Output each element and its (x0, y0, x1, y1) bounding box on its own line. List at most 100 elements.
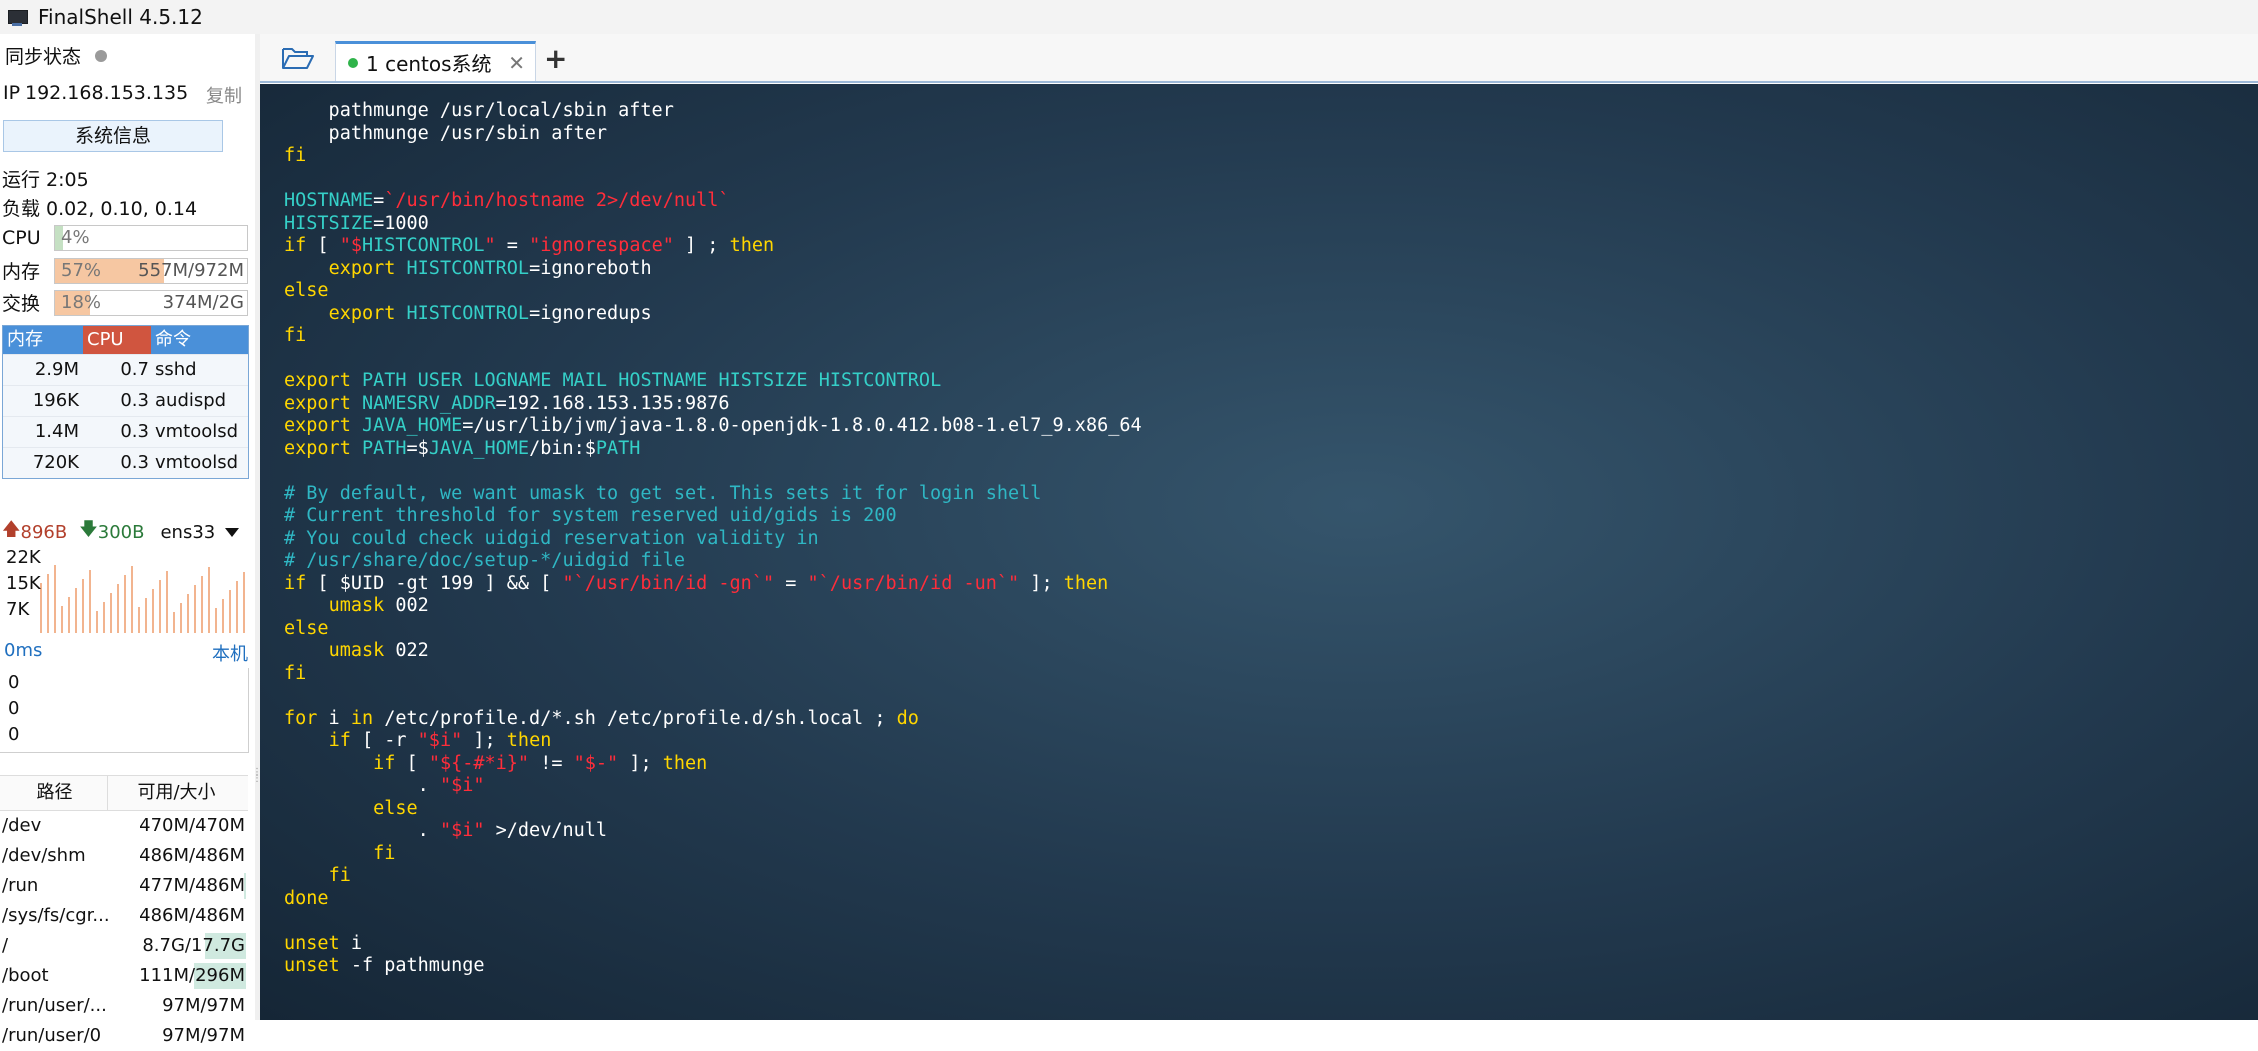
terminal-line: fi (373, 842, 396, 864)
terminal-line: fi (284, 662, 307, 684)
memory-amount: 557M/972M (138, 259, 244, 281)
terminal-line: export PATH USER LOGNAME MAIL HOSTNAME H… (284, 370, 942, 391)
sync-status: 同步状态 (5, 42, 260, 69)
disk-row[interactable]: /sys/fs/cgr... 486M/486M (0, 901, 248, 931)
terminal-line: else (284, 280, 329, 301)
disk-path: / (2, 935, 9, 956)
terminal-line: export HISTCONTROL=ignoreboth (328, 257, 652, 279)
cpu-meter: CPU 4% (2, 225, 248, 251)
cpu-label: CPU (2, 227, 41, 249)
latency-value: 0 (8, 672, 20, 693)
close-icon[interactable]: ✕ (508, 51, 525, 75)
disk-path: /dev/shm (2, 845, 86, 866)
network-interface-select[interactable]: ens33 (160, 522, 215, 543)
memory-label: 内存 (2, 261, 41, 283)
terminal-line: else (373, 797, 418, 819)
disk-size: 486M/486M (108, 841, 248, 871)
network-bar (54, 565, 56, 633)
memory-percent: 57% (61, 259, 102, 281)
copy-ip-button[interactable]: 复制 (206, 82, 242, 108)
disk-row[interactable]: /run/user/... 97M/97M (0, 991, 248, 1021)
load-average: 负载 0.02, 0.10, 0.14 (2, 198, 198, 220)
splitter-grip-icon[interactable]: ⋮⋮ (252, 768, 262, 784)
disk-row[interactable]: /dev 470M/470M (0, 811, 248, 841)
disk-row[interactable]: /boot 111M/296M (0, 961, 248, 991)
process-header-command[interactable]: 命令 (151, 326, 248, 354)
process-cpu: 0.3 (120, 421, 149, 442)
system-info-button[interactable]: 系统信息 (3, 120, 223, 152)
network-axis-label: 15K (6, 573, 41, 594)
network-bar (75, 588, 77, 633)
disk-row[interactable]: /run 477M/486M (0, 871, 248, 901)
network-bar (201, 576, 203, 633)
network-bar (159, 580, 161, 633)
terminal-line: # Current threshold for system reserved … (284, 505, 897, 526)
process-row[interactable]: 1.4M 0.3 vmtoolsd (3, 416, 248, 447)
network-bar (47, 574, 49, 633)
network-header: 🡅 896B 🡇 300B ens33 (0, 517, 250, 547)
disk-size: 477M/486M (108, 871, 248, 901)
disk-header-size[interactable]: 可用/大小 (108, 776, 248, 810)
network-bar (124, 575, 126, 633)
network-bar (187, 594, 189, 633)
process-cmd: audispd (155, 390, 227, 411)
swap-meter: 交换 18% 374M/2G (2, 289, 248, 316)
tab-centos[interactable]: 1 centos系统 ✕ (335, 41, 536, 81)
disk-size: 97M/97M (108, 991, 248, 1021)
disk-path: /sys/fs/cgr... (2, 905, 108, 926)
folder-open-icon[interactable] (282, 46, 314, 70)
network-bar (152, 589, 154, 633)
process-cmd: vmtoolsd (155, 421, 239, 442)
process-row[interactable]: 196K 0.3 audispd (3, 385, 248, 416)
network-bar (243, 572, 245, 633)
disk-header-path[interactable]: 路径 (0, 776, 108, 810)
terminal-line: # By default, we want umask to get set. … (284, 482, 1042, 504)
disk-row[interactable]: /dev/shm 486M/486M (0, 841, 248, 871)
process-row[interactable]: 2.9M 0.7 sshd (3, 354, 248, 385)
process-row[interactable]: 720K 0.3 vmtoolsd (3, 447, 248, 478)
process-header-cpu[interactable]: CPU (83, 326, 151, 354)
process-mem: 2.9M (34, 359, 79, 380)
terminal-line: done (284, 887, 329, 909)
memory-meter: 内存 57% 557M/972M (2, 257, 248, 284)
disk-size-text: 470M/470M (139, 815, 245, 836)
terminal-line: umask 022 (328, 640, 429, 661)
terminal-output[interactable]: pathmunge /usr/local/sbin after pathmung… (260, 84, 2258, 1020)
download-arrow-icon: 🡇 (79, 519, 98, 540)
disk-size: 470M/470M (108, 811, 248, 841)
swap-percent: 18% (61, 291, 102, 313)
terminal-line: . "$i" >/dev/null (284, 820, 608, 841)
network-bar (68, 597, 70, 633)
latency-host[interactable]: 本机 (212, 640, 248, 666)
sync-status-dot-icon (95, 49, 108, 62)
download-rate: 300B (97, 521, 145, 543)
add-tab-icon[interactable]: + (544, 42, 567, 75)
terminal-line: unset i (284, 932, 362, 954)
process-mem: 1.4M (34, 421, 79, 442)
ip-label: IP (3, 82, 21, 104)
disk-table: 路径 可用/大小 /dev 470M/470M/dev/shm 486M/486M /… (0, 775, 248, 1051)
disk-row[interactable]: /run/user/0 97M/97M (0, 1021, 248, 1051)
swap-amount: 374M/2G (162, 291, 244, 313)
title-bar: FinalShell 4.5.12 (0, 0, 2258, 34)
latency-ms: 0ms (4, 640, 43, 661)
network-bar (194, 585, 196, 633)
disk-size-text: 486M/486M (139, 845, 245, 866)
terminal-line: if [ -r "$i" ]; then (328, 730, 552, 751)
network-bar (138, 607, 140, 633)
terminal-line: HOSTNAME=`/usr/bin/hostname 2>/dev/null` (284, 190, 730, 211)
network-bar (110, 593, 112, 633)
process-cmd: sshd (155, 359, 197, 380)
terminal-line: export NAMESRV_ADDR=192.168.153.135:9876 (284, 392, 730, 414)
disk-row[interactable]: / 8.7G/17.7G (0, 931, 248, 961)
process-header-memory[interactable]: 内存 (3, 326, 83, 354)
terminal-line: umask 002 (328, 595, 429, 616)
terminal-line: fi (284, 325, 307, 346)
disk-size: 486M/486M (108, 901, 248, 931)
network-bar (215, 608, 217, 633)
chevron-down-icon[interactable] (225, 527, 240, 537)
disk-size: 8.7G/17.7G (108, 931, 248, 961)
latency-graph: 0 0 0 (0, 668, 249, 753)
